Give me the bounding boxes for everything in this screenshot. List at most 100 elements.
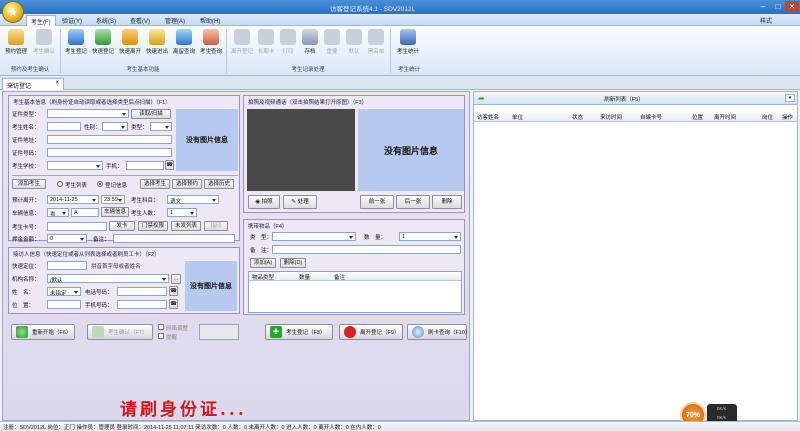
- subject-select[interactable]: 语文: [167, 195, 219, 204]
- phone-input[interactable]: [126, 161, 164, 170]
- mobile-phone-icon[interactable]: ☎: [169, 299, 178, 309]
- add-item-button[interactable]: 添加(A): [250, 258, 276, 268]
- gender-select[interactable]: [102, 122, 128, 131]
- unissued-list-button[interactable]: 未发列表: [171, 221, 201, 231]
- refresh-list-header[interactable]: ➦ 刷新列表（F5） ▾: [474, 92, 797, 105]
- gate-permission-button[interactable]: 门禁权限: [138, 221, 168, 231]
- close-button[interactable]: ✕: [785, 1, 799, 12]
- dropdown-chevron-icon[interactable]: ▾: [785, 94, 795, 102]
- issue-card-button[interactable]: 发卡: [109, 221, 135, 231]
- menu-style[interactable]: 样式: [760, 16, 772, 25]
- mobile-input[interactable]: [117, 300, 167, 309]
- col-leave-time[interactable]: 离开时间: [714, 113, 736, 121]
- col-status[interactable]: 状态: [572, 113, 583, 121]
- org-more-button[interactable]: ...: [171, 274, 181, 284]
- add-student-button[interactable]: 添加考生: [12, 179, 46, 189]
- stay-query-button[interactable]: 离留查询: [170, 29, 198, 55]
- remove-item-button[interactable]: 删除(D): [280, 258, 306, 268]
- delete-photo-button[interactable]: 删除: [432, 195, 462, 209]
- student-register-ribbon-button[interactable]: 考生登记: [62, 29, 90, 55]
- choose-student-button[interactable]: 选择考生: [140, 179, 170, 189]
- restart-button[interactable]: 重新开始（F6）: [11, 324, 75, 340]
- menu-view[interactable]: 查看(V): [130, 16, 150, 25]
- leave-time-input[interactable]: 23:59: [101, 195, 125, 204]
- address-input[interactable]: [47, 135, 172, 144]
- student-confirm-ribbon-button[interactable]: 考生确认: [30, 29, 58, 55]
- quick-inout-icon: [149, 29, 165, 45]
- blacklist-button[interactable]: 黑名单: [362, 29, 390, 55]
- menu-student[interactable]: 考生(F): [26, 15, 56, 26]
- id-type-select[interactable]: [47, 109, 129, 118]
- maximize-button[interactable]: □: [771, 1, 785, 12]
- item-type-select[interactable]: [272, 232, 356, 241]
- quick-locate-input[interactable]: [47, 261, 87, 270]
- choose-history-button[interactable]: 选择历史: [204, 179, 234, 189]
- id-number-input[interactable]: [47, 148, 172, 157]
- student-confirm-button[interactable]: 考生确认（F7）: [87, 324, 153, 340]
- tel-phone-icon[interactable]: ☎: [169, 286, 178, 296]
- student-count-input[interactable]: 1: [167, 208, 197, 217]
- menu-verify[interactable]: 验证(Y): [62, 16, 82, 25]
- col-card-no[interactable]: 自编卡号: [640, 113, 662, 121]
- remark-input[interactable]: [113, 234, 235, 243]
- type-select[interactable]: [150, 122, 172, 131]
- org-select[interactable]: /默认: [47, 274, 169, 283]
- card-query-button[interactable]: 刷卡查询（F10）: [407, 324, 470, 340]
- student-stats-button[interactable]: 考生统计: [394, 29, 422, 55]
- col-position[interactable]: 位置: [692, 113, 703, 121]
- captured-photo-placeholder[interactable]: 没有图片信息: [358, 109, 464, 191]
- deposit-input[interactable]: 0: [47, 234, 87, 243]
- choose-booking-button[interactable]: 选择预约: [172, 179, 202, 189]
- booking-manage-button[interactable]: 预约管理: [2, 29, 30, 55]
- blacklist-label: 黑名单: [367, 49, 385, 55]
- leave-register-label: 离开登记: [230, 49, 253, 55]
- student-register-button[interactable]: + 考生登记（F8）: [265, 324, 333, 340]
- item-remark-input[interactable]: [272, 245, 461, 254]
- leave-register-action-button[interactable]: 离开登记（F9）: [339, 324, 403, 340]
- disabled-field: [199, 324, 239, 340]
- next-photo-button[interactable]: 后一张: [396, 195, 430, 209]
- col-visitor-name[interactable]: 访客姓名: [477, 113, 499, 121]
- quick-inout-button[interactable]: 快速进出: [143, 29, 171, 55]
- quick-leave-button[interactable]: 快速离开: [116, 29, 144, 55]
- fingerprint-button[interactable]: 指印: [204, 221, 228, 231]
- app-logo-icon[interactable]: ★: [2, 1, 24, 23]
- position-input[interactable]: [47, 300, 81, 309]
- tel-input[interactable]: [117, 287, 167, 296]
- vehicle-info-button[interactable]: 车辆信息: [101, 207, 129, 217]
- card-number-input[interactable]: [47, 222, 107, 231]
- prev-photo-button[interactable]: 前一张: [360, 195, 394, 209]
- leave-date-picker[interactable]: 2014-11-25: [47, 195, 99, 204]
- menu-manage[interactable]: 管理(A): [165, 16, 185, 25]
- phone-icon[interactable]: ☎: [165, 160, 174, 170]
- minimize-button[interactable]: –: [756, 1, 770, 12]
- item-qty-input[interactable]: 1: [399, 232, 461, 241]
- tab-visitor-register[interactable]: 来访登记 ×: [2, 78, 64, 90]
- remind-checkbox[interactable]: [158, 333, 164, 339]
- login-info-radio[interactable]: [97, 181, 103, 187]
- process-button[interactable]: ✎ 处理: [283, 195, 317, 209]
- col-visit-time[interactable]: 来访时间: [600, 113, 622, 121]
- take-photo-button[interactable]: ◉ 拍照: [248, 195, 280, 209]
- student-query-button[interactable]: 考生查询: [197, 29, 225, 55]
- network-adjust-checkbox[interactable]: [158, 324, 164, 330]
- camera-preview[interactable]: [247, 109, 355, 191]
- plate-number-input[interactable]: A: [71, 208, 99, 217]
- items-table[interactable]: 物品类型 数量 备注: [248, 271, 462, 313]
- name-input[interactable]: [47, 122, 81, 131]
- read-scan-button[interactable]: 读取/扫描: [131, 109, 171, 119]
- menu-help[interactable]: 帮助(H): [200, 16, 220, 25]
- col-post[interactable]: 岗位: [762, 113, 773, 121]
- group-label-basic: 考生基本功能: [126, 67, 160, 73]
- important-icon: [324, 29, 340, 45]
- col-action[interactable]: 操作: [782, 113, 793, 121]
- plate-province-select[interactable]: 粤: [47, 208, 69, 217]
- student-list-radio[interactable]: [57, 181, 63, 187]
- menu-system[interactable]: 系统(S): [96, 16, 116, 25]
- tab-close-icon[interactable]: ×: [55, 80, 59, 86]
- quick-register-button[interactable]: 快速登记: [89, 29, 117, 55]
- receiver-name-select[interactable]: 未指定: [47, 287, 81, 296]
- col-unit[interactable]: 单位: [512, 113, 523, 121]
- school-select[interactable]: [47, 161, 103, 170]
- col-item-type: 物品类型: [252, 275, 275, 281]
